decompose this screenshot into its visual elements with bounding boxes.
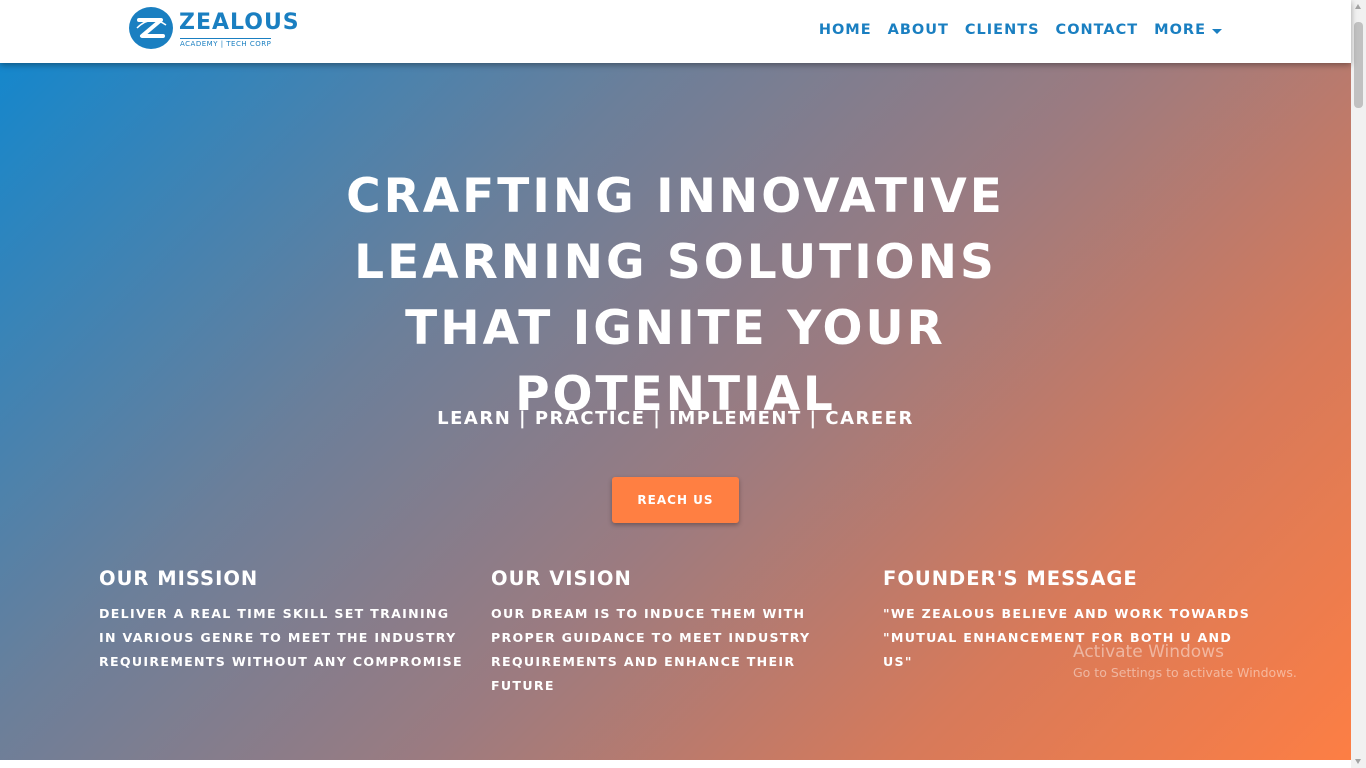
reach-us-button[interactable]: REACH US xyxy=(612,477,739,523)
nav-clients[interactable]: CLIENTS xyxy=(965,22,1040,38)
scroll-down-arrow-icon[interactable] xyxy=(1355,759,1361,764)
vision-section: OUR VISION OUR DREAM IS TO INDUCE THEM W… xyxy=(491,567,863,698)
scroll-up-arrow-icon[interactable] xyxy=(1355,4,1361,9)
mission-section: OUR MISSION DELIVER A REAL TIME SKILL SE… xyxy=(99,567,471,674)
nav-more-dropdown[interactable]: MORE xyxy=(1154,22,1222,38)
zealous-logo-icon xyxy=(129,7,173,49)
watermark-subtitle: Go to Settings to activate Windows. xyxy=(1073,665,1297,680)
main-nav: HOME ABOUT CLIENTS CONTACT MORE xyxy=(819,22,1222,38)
site-header: ZEALOUS ACADEMY | TECH CORP HOME ABOUT C… xyxy=(0,0,1351,63)
nav-home[interactable]: HOME xyxy=(819,22,872,38)
activate-windows-watermark: Activate Windows Go to Settings to activ… xyxy=(1073,642,1297,680)
hero-tagline: LEARN | PRACTICE | IMPLEMENT | CAREER xyxy=(437,408,914,429)
caret-down-icon xyxy=(1212,28,1222,34)
mission-title: OUR MISSION xyxy=(99,567,259,590)
brand-logo[interactable]: ZEALOUS ACADEMY | TECH CORP xyxy=(128,4,308,52)
vision-text: OUR DREAM IS TO INDUCE THEM WITH PROPER … xyxy=(491,606,811,693)
nav-contact[interactable]: CONTACT xyxy=(1056,22,1139,38)
scrollbar-thumb[interactable] xyxy=(1354,22,1363,108)
watermark-title: Activate Windows xyxy=(1073,642,1224,662)
mission-text: DELIVER A REAL TIME SKILL SET TRAINING I… xyxy=(99,606,463,669)
founder-message-title: FOUNDER'S MESSAGE xyxy=(883,567,1138,590)
hero-headline: CRAFTING INNOVATIVE LEARNING SOLUTIONS T… xyxy=(346,169,1005,423)
page-bottom-strip xyxy=(0,760,1351,768)
vision-title: OUR VISION xyxy=(491,567,632,590)
nav-about[interactable]: ABOUT xyxy=(888,22,949,38)
brand-name: ZEALOUS xyxy=(179,10,300,35)
nav-more-label: MORE xyxy=(1154,22,1206,38)
brand-tagline: ACADEMY | TECH CORP xyxy=(180,38,272,48)
vertical-scrollbar[interactable] xyxy=(1351,0,1366,768)
